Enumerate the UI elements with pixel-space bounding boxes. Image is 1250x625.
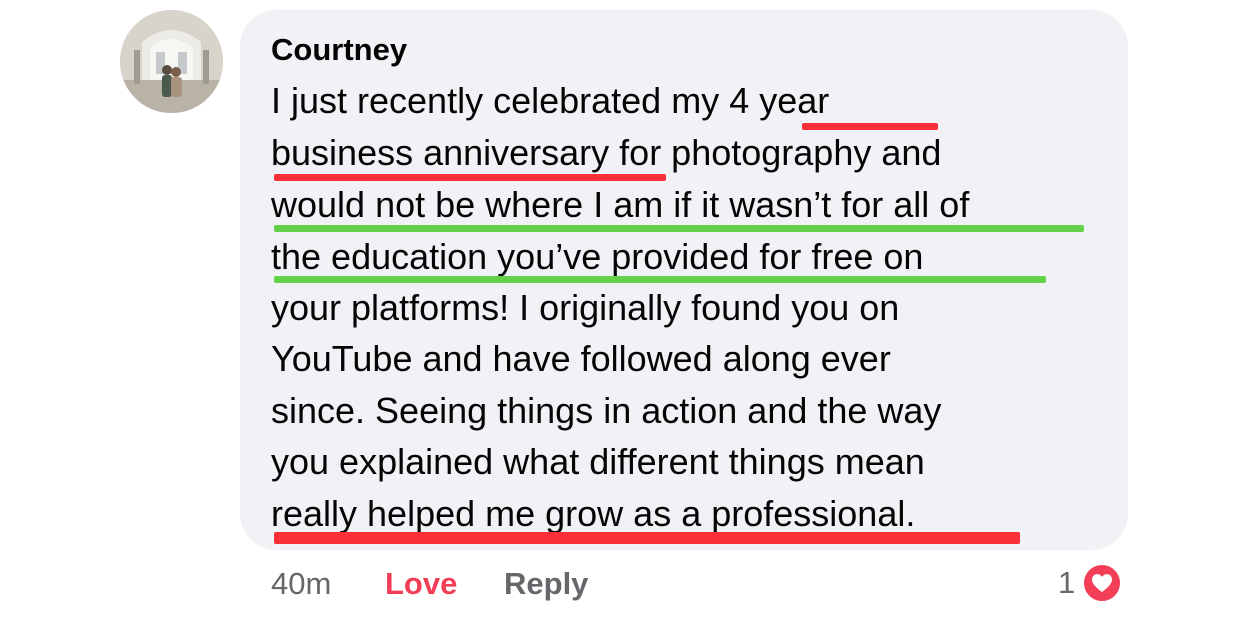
- reply-button[interactable]: Reply: [504, 562, 588, 606]
- heart-reaction-badge: [1081, 562, 1124, 604]
- comment-timestamp[interactable]: 40m: [271, 562, 331, 606]
- red-underline-mark: [274, 174, 666, 181]
- comment-author[interactable]: Courtney: [271, 32, 407, 68]
- comment-text-line: business anniversary for photography and: [271, 132, 942, 173]
- green-underline-mark: [274, 225, 1084, 232]
- heart-icon: [1092, 574, 1113, 593]
- avatar[interactable]: [120, 10, 223, 113]
- red-underline-mark: [274, 532, 1020, 544]
- comment-text-line: YouTube and have followed along ever: [271, 338, 891, 379]
- comment-text-line: since. Seeing things in action and the w…: [271, 390, 942, 431]
- comment-text-line: your platforms! I originally found you o…: [271, 287, 900, 328]
- comment-text-line: would not be where I am if it wasn’t for…: [271, 184, 970, 225]
- reaction-summary[interactable]: 1: [1058, 560, 1124, 606]
- profile-photo-couple-icon: [120, 10, 223, 113]
- comment-text-line: you explained what different things mean: [271, 441, 925, 482]
- love-button[interactable]: Love: [385, 562, 457, 606]
- red-underline-mark: [802, 123, 938, 130]
- reaction-count: 1: [1058, 565, 1076, 600]
- comment-text-line: the education you’ve provided for free o…: [271, 236, 924, 277]
- green-underline-mark: [274, 276, 1046, 283]
- comment-text-line: I just recently celebrated my 4 year: [271, 80, 830, 121]
